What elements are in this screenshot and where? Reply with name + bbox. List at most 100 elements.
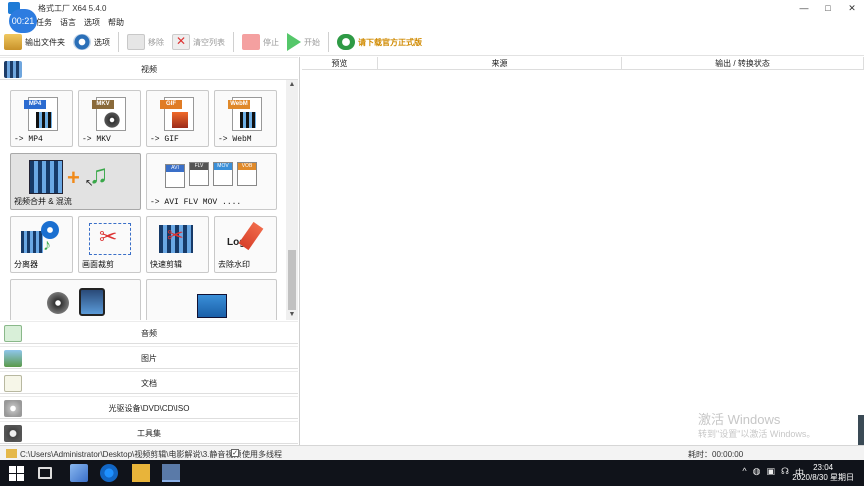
avi-tag: AVI [166, 165, 184, 172]
category-document-label: 文档 [141, 379, 157, 388]
tile-photo-video[interactable] [146, 279, 277, 320]
tile-label: -> AVI FLV MOV .... [150, 198, 242, 207]
download-official-button[interactable]: 请下载官方正式版 [333, 31, 426, 53]
column-source[interactable]: 来源 [378, 57, 622, 70]
close-button[interactable]: ✕ [840, 0, 864, 16]
mov-file-icon: MOV [213, 162, 233, 186]
status-bar: C:\Users\Administrator\Desktop\视频剪辑\电影解说… [0, 445, 864, 460]
toolbar: 输出文件夹 选项 移除 清空列表 停止 开始 请下载官方正式版 [0, 29, 864, 56]
mp4-file-icon: MP4 [24, 97, 58, 131]
mkv-file-icon: MKV [92, 97, 126, 131]
scissors-icon: ✂ [167, 225, 184, 247]
video-tiles: MP4 -> MP4 MKV -> MKV GIF -> GIF WebM ->… [0, 80, 286, 320]
reel-icon [104, 112, 120, 128]
tile-to-mkv[interactable]: MKV -> MKV [78, 90, 141, 147]
menu-options[interactable]: 选项 [84, 17, 100, 28]
tile-to-avi-flv-mov[interactable]: AVI FLV MOV VOB -> AVI FLV MOV .... [146, 153, 277, 210]
gif-tag: GIF [160, 100, 182, 109]
film-icon [21, 231, 43, 253]
category-document[interactable]: 文档 [0, 371, 298, 394]
sunset-icon [172, 112, 188, 128]
tile-label: -> MP4 [14, 135, 43, 144]
scissors-icon: ✂ [99, 224, 118, 249]
vob-tag: VOB [238, 163, 256, 170]
multithread-checkbox[interactable]: ✓ [231, 449, 239, 457]
menu-language[interactable]: 语言 [60, 17, 76, 28]
category-video-label: 视频 [141, 65, 157, 74]
tile-label: -> WebM [218, 135, 252, 144]
tray-app-icon[interactable]: ▣ [766, 466, 775, 479]
column-output-status[interactable]: 输出 / 转换状态 [622, 57, 864, 70]
task-list: 预览 来源 输出 / 转换状态 激活 Windows 转到"设置"以激活 Win… [302, 57, 864, 445]
multithread-label: 使用多线程 [242, 450, 282, 459]
column-preview[interactable]: 预览 [302, 57, 378, 70]
tile-to-gif[interactable]: GIF -> GIF [146, 90, 209, 147]
start-button[interactable]: 开始 [283, 31, 324, 53]
tile-label: -> MKV [82, 135, 111, 144]
category-tools-label: 工具集 [137, 429, 161, 438]
scroll-down-icon[interactable]: ▼ [286, 310, 298, 320]
download-icon [337, 34, 355, 50]
disc-icon [47, 292, 69, 314]
tile-remove-watermark[interactable]: Logo 去除水印 [214, 216, 277, 273]
tile-label: -> GIF [150, 135, 179, 144]
category-panel: 视频 MP4 -> MP4 MKV -> MKV GIF -> GIF WebM… [0, 57, 300, 445]
category-video[interactable]: 视频 [0, 57, 298, 80]
remove-icon [127, 34, 145, 50]
clear-icon [172, 34, 190, 50]
tile-mobile[interactable] [10, 279, 141, 320]
browser-icon[interactable] [100, 464, 118, 482]
tile-video-merge[interactable]: + ♫ ↖ 视频合并 & 混流 [10, 153, 141, 210]
tile-to-mp4[interactable]: MP4 -> MP4 [10, 90, 73, 147]
scroll-up-icon[interactable]: ▲ [286, 80, 298, 90]
start-label: 开始 [304, 37, 320, 47]
list-scroll-handle[interactable] [858, 415, 864, 445]
folder-icon[interactable] [6, 449, 17, 458]
category-image-label: 图片 [141, 354, 157, 363]
menu-help[interactable]: 帮助 [108, 17, 124, 28]
tile-crop[interactable]: ✂ 画面裁剪 [78, 216, 141, 273]
options-label: 选项 [94, 37, 110, 47]
phone-icon [79, 288, 105, 316]
remove-button[interactable]: 移除 [123, 31, 168, 53]
taskbar-clock[interactable]: 23:04 2020/8/30 星期日 [792, 463, 854, 483]
scrollbar-thumb[interactable] [288, 250, 296, 310]
file-explorer-icon[interactable] [132, 464, 150, 482]
stop-label: 停止 [263, 37, 279, 47]
output-path: C:\Users\Administrator\Desktop\视频剪辑\电影解说… [20, 450, 242, 459]
output-folder-label: 输出文件夹 [25, 37, 65, 47]
minimize-button[interactable]: — [792, 0, 816, 16]
category-audio[interactable]: 音频 [0, 321, 298, 344]
camera-icon [197, 294, 227, 318]
download-label: 请下载官方正式版 [358, 37, 422, 47]
mp4-tag: MP4 [24, 100, 46, 109]
toolbar-divider [233, 32, 234, 52]
taskbar-app-icon[interactable] [70, 464, 88, 482]
music-note-icon: ♪ [43, 237, 51, 254]
category-scrollbar[interactable]: ▲ ▼ [286, 80, 298, 320]
tray-network-icon[interactable]: ◍ [753, 466, 761, 479]
tile-to-webm[interactable]: WebM -> WebM [214, 90, 277, 147]
category-disc[interactable]: 光驱设备\DVD\CD\ISO [0, 396, 298, 419]
tile-label: 去除水印 [218, 260, 250, 269]
maximize-button[interactable]: □ [816, 0, 840, 16]
category-tools[interactable]: 工具集 [0, 421, 298, 444]
tray-volume-icon[interactable]: ☊ [781, 466, 789, 479]
windows-start-icon[interactable] [8, 464, 26, 482]
tray-expand-icon[interactable]: ^ [742, 466, 746, 479]
plus-icon: + [67, 165, 80, 190]
task-view-icon[interactable] [38, 467, 52, 479]
clock-time: 23:04 [813, 463, 834, 472]
menu-task[interactable]: 任务 [36, 17, 52, 28]
tile-label: 视频合并 & 混流 [14, 197, 72, 206]
options-button[interactable]: 选项 [69, 31, 114, 53]
film-icon [240, 112, 256, 128]
clear-list-button[interactable]: 清空列表 [168, 31, 229, 53]
tile-splitter[interactable]: ♪ 分离器 [10, 216, 73, 273]
output-folder-button[interactable]: 输出文件夹 [0, 31, 69, 53]
format-factory-taskbar-icon[interactable] [162, 464, 180, 482]
stop-button[interactable]: 停止 [238, 31, 283, 53]
category-image[interactable]: 图片 [0, 346, 298, 369]
eraser-icon [238, 221, 264, 251]
tile-quick-clip[interactable]: ✂ 快速剪辑 [146, 216, 209, 273]
